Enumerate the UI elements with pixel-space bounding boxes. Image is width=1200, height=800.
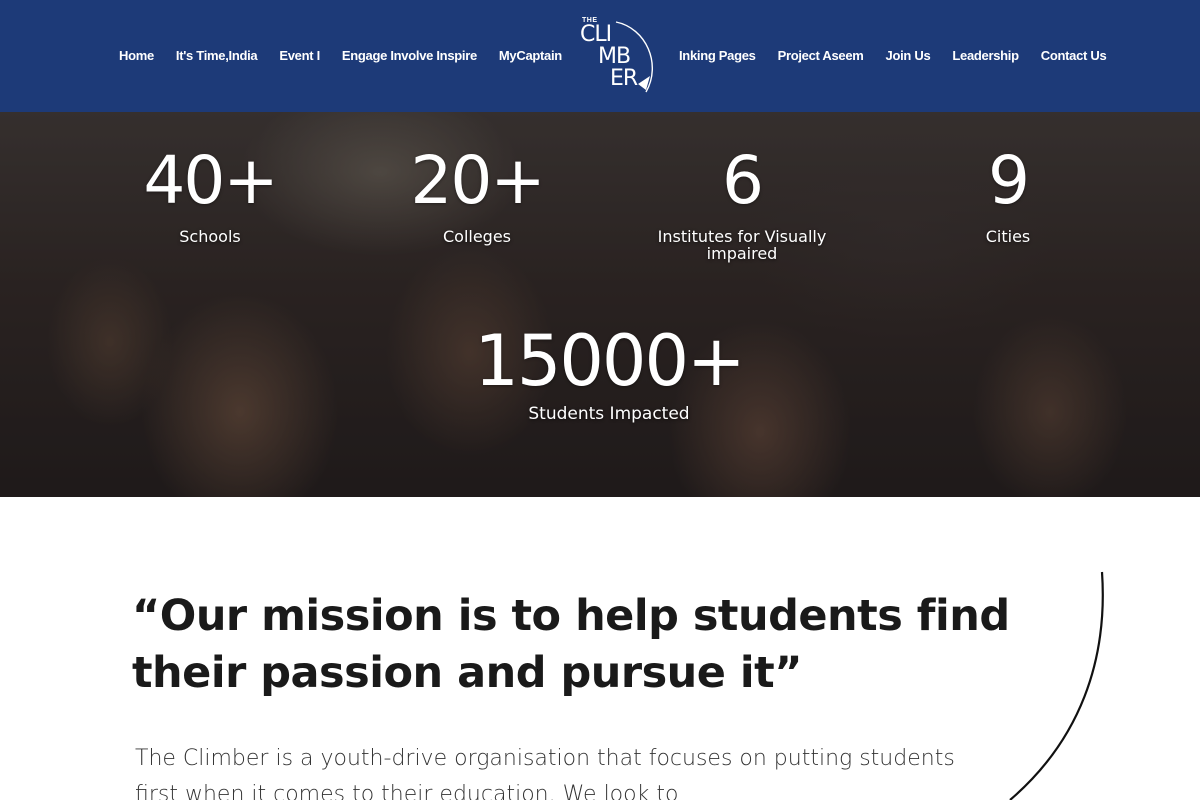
stat-students: 15000+ Students Impacted (459, 326, 759, 423)
nav-event[interactable]: Event I (279, 48, 320, 63)
nav-join-us[interactable]: Join Us (886, 48, 931, 63)
mission-quote: “Our mission is to help students find th… (132, 591, 1010, 698)
primary-nav-right: Inking Pages Project Aseem Join Us Leade… (679, 48, 1107, 63)
site-logo[interactable]: THE CLI MB ER (576, 14, 660, 98)
stat-colleges-value: 20+ (410, 142, 545, 219)
stat-cities-value: 9 (988, 142, 1030, 219)
nav-contact-us[interactable]: Contact Us (1041, 48, 1107, 63)
stat-institutes-value: 6 (722, 142, 764, 219)
stat-colleges-label: Colleges (442, 227, 512, 246)
stat-students-value: 15000+ (474, 320, 745, 402)
nav-leadership[interactable]: Leadership (952, 48, 1019, 63)
stat-students-label: Students Impacted (528, 404, 690, 424)
nav-its-time-india[interactable]: It's Time,India (176, 48, 258, 63)
stat-cities: 9 Cities (938, 142, 1078, 246)
stat-institutes-label: Institutes for Visually impaired (657, 227, 827, 263)
mission-description: The Climber is a youth-drive organisatio… (135, 746, 955, 800)
stat-schools-label: Schools (179, 227, 241, 246)
nav-home[interactable]: Home (119, 48, 154, 63)
logo-line-3: ER (610, 66, 638, 91)
stat-cities-label: Cities (985, 227, 1031, 246)
logo-line-2: MB (598, 44, 631, 69)
stat-schools-value: 40+ (143, 142, 278, 219)
nav-project-aseem[interactable]: Project Aseem (778, 48, 864, 63)
nav-mycaptain[interactable]: MyCaptain (499, 48, 562, 63)
nav-engage-involve-inspire[interactable]: Engage Involve Inspire (342, 48, 477, 63)
nav-inking-pages[interactable]: Inking Pages (679, 48, 756, 63)
stat-institutes: 6 Institutes for Visually impaired (652, 142, 832, 263)
stat-colleges: 20+ Colleges (397, 142, 557, 246)
logo-line-1: CLI (580, 22, 612, 47)
stat-schools: 40+ Schools (130, 142, 290, 246)
hero-banner: 40+ Schools 20+ Colleges 6 Institutes fo… (0, 112, 1200, 497)
decorative-curve-line (1009, 571, 1104, 800)
primary-nav-left: Home It's Time,India Event I Engage Invo… (119, 48, 562, 63)
site-header: Home It's Time,India Event I Engage Invo… (0, 0, 1200, 112)
